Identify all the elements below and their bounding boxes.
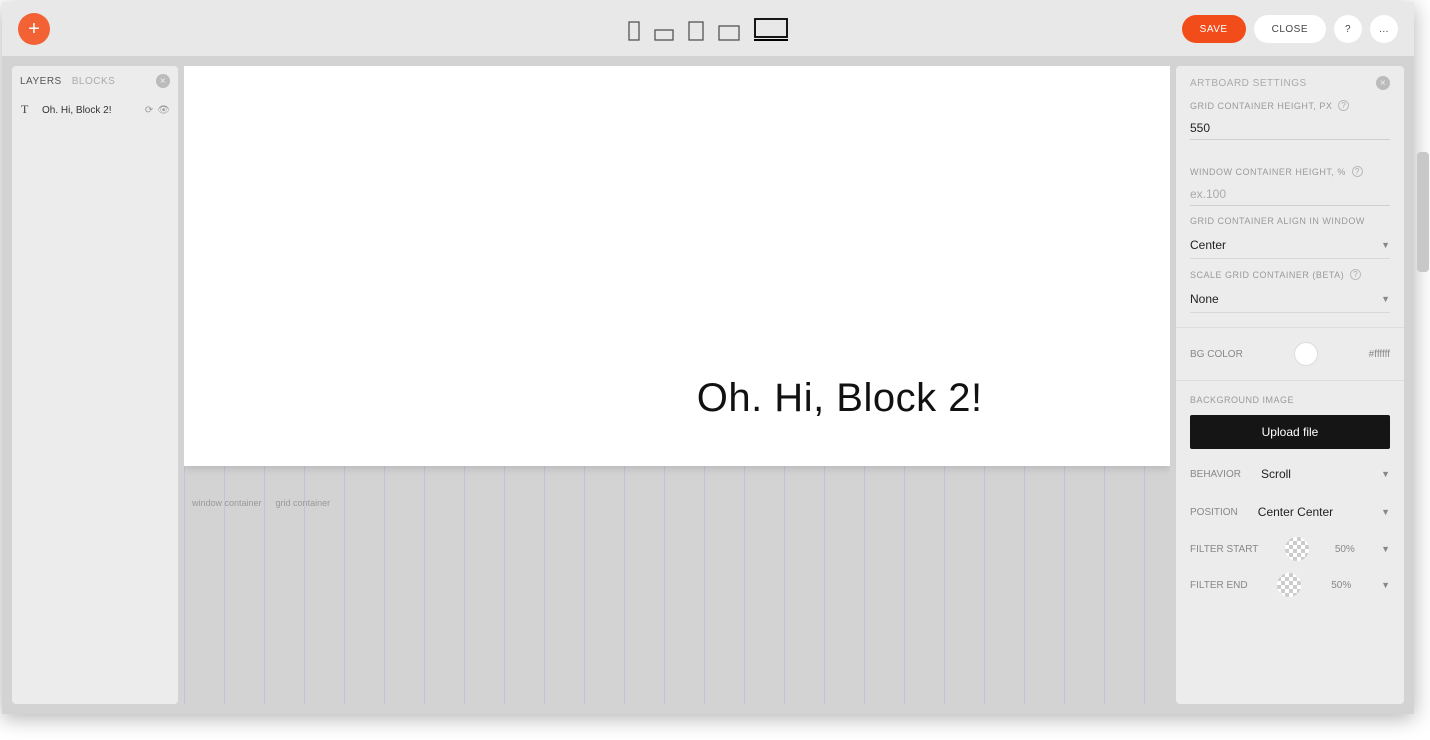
align-label: GRID CONTAINER ALIGN IN WINDOW [1190,216,1390,226]
behavior-select[interactable]: Scroll ▼ [1261,461,1390,487]
tab-blocks[interactable]: BLOCKS [72,76,116,87]
desktop-icon[interactable] [754,18,788,41]
settings-panel-title: ARTBOARD SETTINGS [1190,78,1307,89]
transparency-swatch[interactable] [1277,573,1301,597]
position-value: Center Center [1258,505,1333,519]
grid-container-label[interactable]: grid container [276,498,331,508]
window-container-label[interactable]: window container [192,498,262,508]
help-icon[interactable]: ? [1352,166,1363,177]
canvas[interactable]: Oh. Hi, Block 2! window container grid c… [184,66,1170,704]
grid-height-input[interactable] [1190,117,1390,140]
more-button[interactable]: ... [1370,15,1398,43]
upload-button[interactable]: Upload file [1190,415,1390,449]
transparency-swatch[interactable] [1285,537,1309,561]
app-frame: + SAVE CLOSE ? ... [2,2,1414,714]
close-panel-icon[interactable]: × [156,74,170,88]
window-height-label: WINDOW CONTAINER HEIGHT, % ? [1190,166,1390,177]
help-icon[interactable]: ? [1338,100,1349,111]
layers-panel: LAYERS BLOCKS × T Oh. Hi, Block 2! ⟳ 👁 [12,66,178,704]
settings-panel-header: ARTBOARD SETTINGS × [1190,76,1390,90]
position-select[interactable]: Center Center ▼ [1258,499,1390,525]
artboard-settings-panel: ARTBOARD SETTINGS × GRID CONTAINER HEIGH… [1176,66,1404,704]
canvas-heading[interactable]: Oh. Hi, Block 2! [697,376,983,421]
layers-panel-header: LAYERS BLOCKS × [20,74,170,88]
filter-end-row: FILTER END 50% ▼ [1190,573,1390,597]
filter-end-value: 50% [1331,580,1351,591]
save-button[interactable]: SAVE [1182,15,1246,43]
divider [1176,380,1404,381]
divider [1176,327,1404,328]
tablet-portrait-icon[interactable] [688,21,704,41]
layer-tools: ⟳ 👁 [145,105,170,116]
phone-portrait-icon[interactable] [628,21,640,41]
help-button[interactable]: ? [1334,15,1362,43]
chevron-down-icon[interactable]: ▼ [1381,580,1390,590]
phone-landscape-icon[interactable] [654,29,674,41]
scrollbar[interactable] [1417,152,1429,272]
position-label: POSITION [1190,507,1238,518]
chevron-down-icon: ▼ [1381,294,1390,304]
position-row: POSITION Center Center ▼ [1190,499,1390,525]
filter-start-label: FILTER START [1190,544,1258,555]
tab-layers[interactable]: LAYERS [20,76,62,87]
tablet-landscape-icon[interactable] [718,25,740,41]
behavior-label: BEHAVIOR [1190,469,1241,480]
filter-start-value: 50% [1335,544,1355,555]
bgcolor-label: BG COLOR [1190,349,1243,360]
behavior-value: Scroll [1261,467,1291,481]
device-switcher [628,18,788,41]
visibility-icon[interactable]: 👁 [157,105,170,116]
window-height-input[interactable] [1190,183,1390,206]
add-button[interactable]: + [18,13,50,45]
layer-settings-icon[interactable]: ⟳ [145,105,153,116]
chevron-down-icon: ▼ [1381,469,1390,479]
bgcolor-row: BG COLOR #ffffff [1190,342,1390,366]
scale-label: SCALE GRID CONTAINER (BETA) ? [1190,269,1390,280]
toolbar-right: SAVE CLOSE ? ... [1182,15,1398,43]
color-swatch[interactable] [1294,342,1318,366]
help-icon[interactable]: ? [1350,269,1361,280]
top-toolbar: + SAVE CLOSE ? ... [2,2,1414,56]
filter-end-label: FILTER END [1190,580,1248,591]
plus-icon: + [28,18,40,41]
bgcolor-value: #ffffff [1369,349,1390,360]
behavior-row: BEHAVIOR Scroll ▼ [1190,461,1390,487]
bgimage-label: BACKGROUND IMAGE [1190,395,1390,405]
chevron-down-icon[interactable]: ▼ [1381,544,1390,554]
scale-select[interactable]: None ▼ [1190,286,1390,313]
chevron-down-icon: ▼ [1381,507,1390,517]
layer-row[interactable]: T Oh. Hi, Block 2! ⟳ 👁 [20,98,170,123]
filter-start-row: FILTER START 50% ▼ [1190,537,1390,561]
body-area: LAYERS BLOCKS × T Oh. Hi, Block 2! ⟳ 👁 O… [2,56,1414,714]
text-layer-icon: T [20,102,34,119]
close-settings-icon[interactable]: × [1376,76,1390,90]
scale-value: None [1190,292,1219,306]
artboard[interactable] [184,66,1170,466]
grid-height-label: GRID CONTAINER HEIGHT, PX ? [1190,100,1390,111]
container-labels: window container grid container [192,498,330,508]
align-value: Center [1190,238,1226,252]
svg-text:T: T [21,102,29,116]
align-select[interactable]: Center ▼ [1190,232,1390,259]
layer-label: Oh. Hi, Block 2! [42,105,111,116]
close-button[interactable]: CLOSE [1254,15,1326,43]
chevron-down-icon: ▼ [1381,240,1390,250]
